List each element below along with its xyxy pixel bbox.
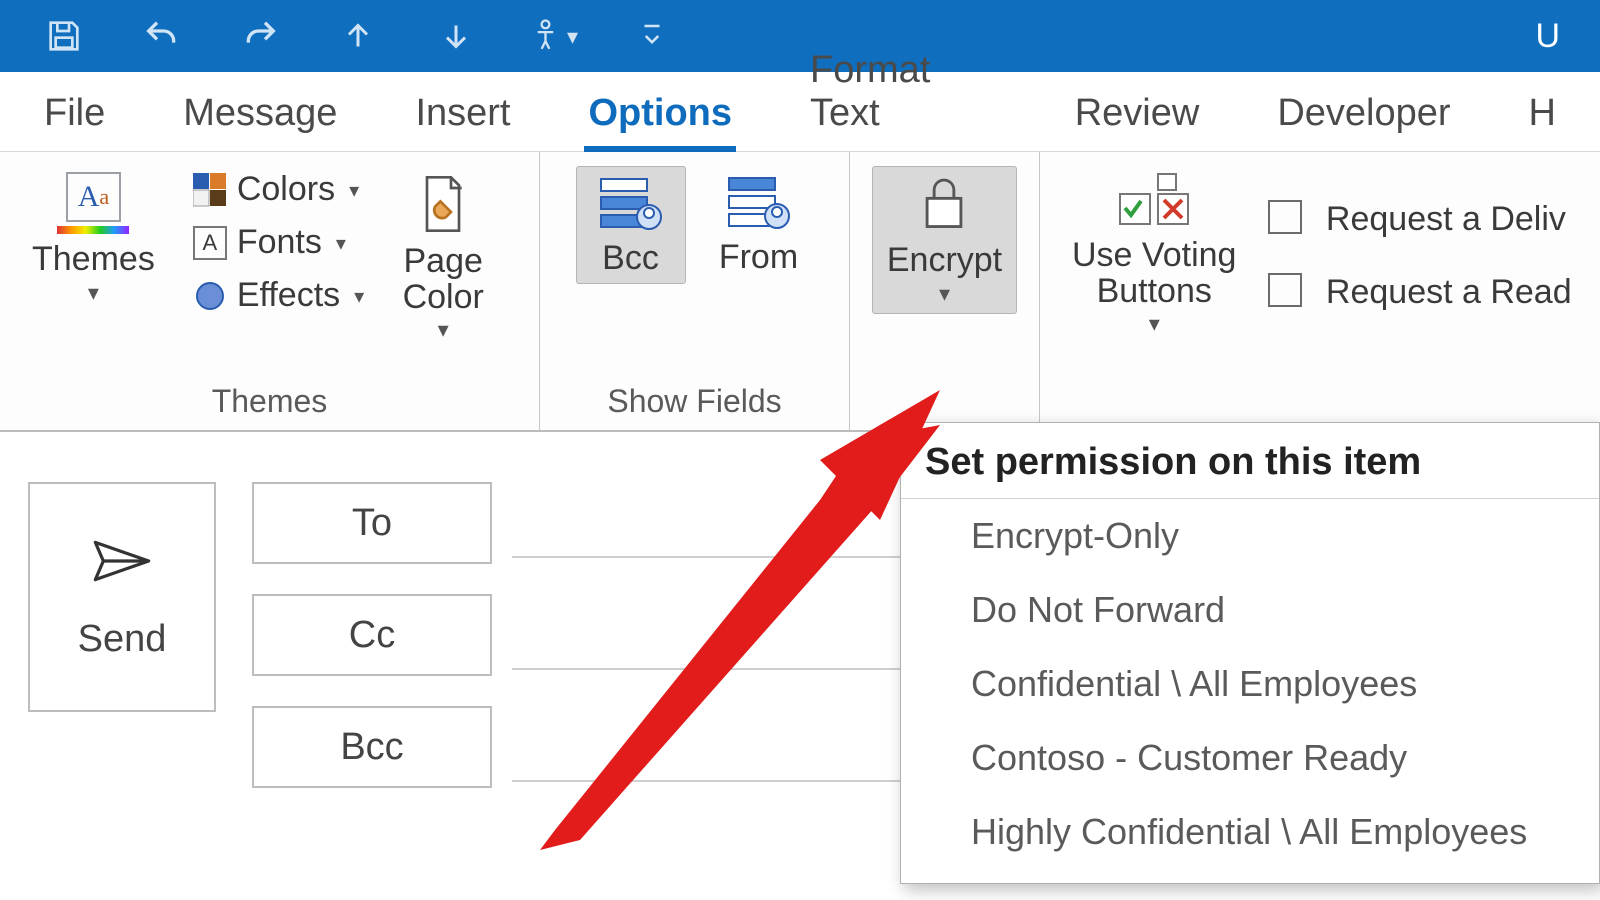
encrypt-dropdown-title: Set permission on this item: [901, 423, 1599, 499]
up-arrow-icon[interactable]: [334, 12, 382, 60]
to-button[interactable]: To: [252, 482, 492, 564]
effects-label: Effects: [237, 276, 340, 315]
fonts-button[interactable]: A Fonts ▾: [187, 219, 370, 266]
chevron-down-icon: ▾: [336, 231, 346, 256]
send-button[interactable]: Send: [28, 482, 216, 712]
window-title-partial: U: [1535, 17, 1560, 56]
chevron-down-icon: ▾: [354, 284, 364, 309]
from-button[interactable]: From: [704, 166, 814, 282]
encrypt-option-encrypt-only[interactable]: Encrypt-Only: [901, 499, 1599, 573]
voting-buttons-button[interactable]: Use Voting Buttons ▾: [1058, 166, 1250, 343]
request-delivery-receipt-checkbox[interactable]: Request a Deliv: [1268, 196, 1571, 239]
fonts-label: Fonts: [237, 223, 322, 262]
send-icon: [90, 534, 154, 598]
colors-label: Colors: [237, 170, 335, 209]
encrypt-option-confidential-all[interactable]: Confidential \ All Employees: [901, 647, 1599, 721]
checkbox-icon: [1268, 200, 1302, 234]
tab-review[interactable]: Review: [1071, 80, 1204, 151]
page-color-label: Page Color: [403, 244, 484, 315]
group-label-show-fields: Show Fields: [558, 377, 831, 430]
accessibility-icon[interactable]: ▾: [530, 12, 578, 60]
voting-label: Use Voting Buttons: [1072, 238, 1236, 309]
chevron-down-icon: ▾: [939, 281, 950, 307]
effects-button[interactable]: Effects ▾: [187, 272, 370, 319]
group-themes: Aa Themes ▾ Colors ▾ A Fonts ▾: [0, 152, 540, 430]
encrypt-option-highly-confidential-all[interactable]: Highly Confidential \ All Employees: [901, 795, 1599, 869]
bcc-button[interactable]: Bcc: [576, 166, 686, 284]
titlebar: ▾ U: [0, 0, 1600, 72]
themes-button[interactable]: Aa Themes ▾: [18, 166, 169, 312]
voting-icon: [1114, 172, 1194, 230]
chevron-down-icon: ▾: [88, 280, 99, 306]
send-label: Send: [78, 618, 167, 661]
colors-icon: [193, 173, 227, 207]
tab-file[interactable]: File: [40, 80, 109, 151]
redo-icon[interactable]: [236, 12, 284, 60]
tab-help-partial[interactable]: H: [1525, 80, 1560, 151]
request-delivery-label: Request a Deliv: [1326, 200, 1566, 238]
group-label-themes: Themes: [18, 377, 521, 430]
request-read-label: Request a Read: [1326, 273, 1572, 311]
request-read-receipt-checkbox[interactable]: Request a Read: [1268, 269, 1571, 312]
encrypt-button[interactable]: Encrypt ▾: [872, 166, 1017, 314]
save-icon[interactable]: [40, 12, 88, 60]
tab-format-text[interactable]: Format Text: [806, 37, 1001, 151]
tab-developer[interactable]: Developer: [1273, 80, 1454, 151]
customize-qat-icon[interactable]: [628, 12, 676, 60]
group-show-fields: Bcc From Show Fields: [540, 152, 850, 430]
from-label: From: [719, 240, 798, 276]
chevron-down-icon: ▾: [349, 178, 359, 203]
checkbox-icon: [1268, 273, 1302, 307]
encrypt-label: Encrypt: [887, 243, 1002, 279]
from-icon: [725, 172, 793, 232]
ribbon: Aa Themes ▾ Colors ▾ A Fonts ▾: [0, 152, 1600, 432]
tab-options[interactable]: Options: [584, 80, 736, 151]
undo-icon[interactable]: [138, 12, 186, 60]
encrypt-dropdown: Set permission on this item Encrypt-Only…: [900, 422, 1600, 884]
group-tracking: Use Voting Buttons ▾ Request a Deliv Req…: [1040, 152, 1600, 430]
themes-label: Themes: [32, 242, 155, 278]
chevron-down-icon: ▾: [1149, 311, 1160, 337]
tab-message[interactable]: Message: [179, 80, 341, 151]
group-encrypt: Encrypt ▾: [850, 152, 1040, 430]
fonts-icon: A: [193, 226, 227, 260]
tab-insert[interactable]: Insert: [411, 80, 514, 151]
encrypt-option-contoso-customer-ready[interactable]: Contoso - Customer Ready: [901, 721, 1599, 795]
page-color-icon: [415, 172, 471, 236]
colors-button[interactable]: Colors ▾: [187, 166, 370, 213]
ribbon-tabs: File Message Insert Options Format Text …: [0, 72, 1600, 152]
lock-icon: [915, 173, 973, 235]
effects-icon: [193, 279, 227, 313]
page-color-button[interactable]: Page Color ▾: [388, 166, 498, 349]
chevron-down-icon: ▾: [438, 317, 449, 343]
themes-icon: Aa: [66, 172, 121, 222]
bcc-label: Bcc: [602, 241, 659, 277]
cc-button[interactable]: Cc: [252, 594, 492, 676]
down-arrow-icon[interactable]: [432, 12, 480, 60]
bcc-icon: [597, 173, 665, 233]
encrypt-option-do-not-forward[interactable]: Do Not Forward: [901, 573, 1599, 647]
bcc-field-button[interactable]: Bcc: [252, 706, 492, 788]
